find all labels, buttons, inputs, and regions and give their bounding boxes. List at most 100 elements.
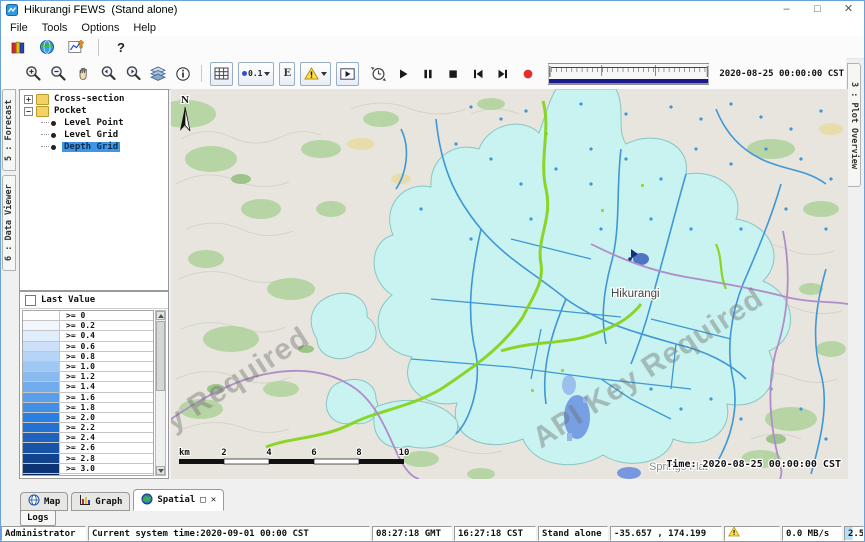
legend-color-swatch (23, 474, 60, 476)
legend-row-label: >= 3.0 (60, 464, 95, 473)
skip-to-start-button[interactable] (468, 64, 488, 84)
tab-graph[interactable]: Graph (71, 492, 130, 511)
legend-row[interactable]: >= 2.4 (23, 433, 153, 443)
legend-color-swatch (23, 393, 60, 402)
tab-label: Spatial (157, 495, 195, 505)
toolbar-separator (201, 65, 202, 82)
spatial-display-button[interactable] (37, 37, 57, 57)
time-step-button[interactable] (368, 64, 388, 84)
legend-row[interactable]: >= 0.6 (23, 342, 153, 352)
legend-row[interactable]: >= 1.6 (23, 393, 153, 403)
tree-item[interactable]: Depth Grid (20, 141, 168, 153)
legend-row-label: >= 1.6 (60, 393, 95, 402)
legend-row-label: >= 1.4 (60, 382, 95, 391)
legend-toggle-button[interactable]: E (279, 62, 295, 86)
next-zoom-button[interactable] (123, 64, 143, 84)
menu-bar: FileToolsOptionsHelp (1, 19, 864, 37)
help-button[interactable]: ? (111, 37, 131, 57)
scale-unit-label: km (179, 448, 190, 458)
minimize-button[interactable]: – (771, 1, 802, 19)
legend-row[interactable]: >= 0.2 (23, 321, 153, 331)
tree-item[interactable]: Level Point (20, 117, 168, 129)
legend-row[interactable]: >= 1.0 (23, 362, 153, 372)
expand-icon[interactable]: + (24, 95, 33, 104)
scroll-up-icon[interactable] (156, 311, 165, 320)
legend-row-label: >= 2.4 (60, 433, 95, 442)
legend-color-swatch (23, 464, 60, 473)
precision-label: 0.1 (248, 69, 262, 78)
scrollbar-thumb[interactable] (156, 321, 165, 391)
map-time-label: Time: 2020-08-25 00:00:00 CST (666, 458, 841, 470)
chevron-down-icon (264, 72, 270, 76)
legend-row[interactable]: >= 3.0 (23, 464, 153, 474)
legend-color-swatch (23, 321, 60, 330)
tree-item[interactable]: Level Grid (20, 129, 168, 141)
legend-row[interactable]: >= 2.0 (23, 413, 153, 423)
legend-row[interactable]: >= 2.6 (23, 443, 153, 453)
tab-forecast[interactable]: 5 : Forecast (2, 89, 16, 171)
zoom-in-button[interactable] (23, 64, 43, 84)
thresholds-button[interactable] (300, 62, 331, 86)
layers-icon (150, 66, 166, 82)
layers-button[interactable] (148, 64, 168, 84)
stop-button[interactable] (443, 64, 463, 84)
grid-display-button[interactable] (210, 62, 233, 86)
hand-icon (75, 66, 91, 82)
status-cell: 16:27:18 CST (454, 526, 536, 541)
timeseries-button[interactable] (66, 37, 86, 57)
record-button[interactable] (518, 64, 538, 84)
play-button[interactable] (393, 64, 413, 84)
legend-row[interactable]: >= 1.4 (23, 382, 153, 392)
skip-end-icon (496, 67, 510, 81)
tab-spatial[interactable]: Spatial □ ✕ (133, 489, 224, 511)
tab-data-viewer[interactable]: 6 : Data Viewer (2, 175, 16, 271)
window-title: Hikurangi FEWS (Stand alone) (24, 4, 177, 16)
legend-row[interactable]: >= 1.8 (23, 403, 153, 413)
record-icon (521, 67, 535, 81)
animation-button[interactable] (336, 62, 359, 86)
chart-icon (79, 494, 91, 509)
scroll-down-icon[interactable] (156, 466, 165, 475)
menu-item-tools[interactable]: Tools (35, 21, 75, 35)
tree-connector (41, 122, 49, 124)
legend-row[interactable]: >= 2.2 (23, 423, 153, 433)
chevron-down-icon (321, 72, 327, 76)
maximize-button[interactable]: □ (802, 1, 833, 19)
legend-row[interactable]: >= 0 (23, 311, 153, 321)
legend-row-label: >= 0 (60, 311, 85, 320)
legend-row[interactable]: >= 0.4 (23, 331, 153, 341)
previous-zoom-button[interactable] (98, 64, 118, 84)
legend-row[interactable]: >= 0.8 (23, 352, 153, 362)
timeline-slider[interactable] (548, 63, 709, 85)
skip-to-end-button[interactable] (493, 64, 513, 84)
legend-row[interactable]: >= 1.2 (23, 372, 153, 382)
tab-map[interactable]: Map (20, 492, 68, 511)
logs-button[interactable]: Logs (20, 510, 56, 526)
close-button[interactable]: ✕ (833, 1, 864, 19)
menu-item-help[interactable]: Help (126, 21, 163, 35)
tab-close-button[interactable]: ✕ (211, 495, 216, 505)
legend-row[interactable]: >= 3.2 (23, 474, 153, 476)
tab-plot-overview[interactable]: 3 : Plot Overview (847, 63, 861, 187)
svg-text:6: 6 (311, 448, 316, 458)
svg-text:N: N (181, 94, 189, 106)
pan-button[interactable] (73, 64, 93, 84)
map-view[interactable]: Hikurangi Springs Flat API Key Required … (171, 89, 848, 479)
zoom-out-button[interactable] (48, 64, 68, 84)
menu-item-file[interactable]: File (3, 21, 35, 35)
explorer-button[interactable] (8, 37, 28, 57)
bottom-bar: MapGraph Spatial □ ✕ Logs (1, 479, 864, 528)
collapse-icon[interactable]: − (24, 107, 33, 116)
info-button[interactable] (173, 64, 193, 84)
last-value-checkbox[interactable] (25, 295, 36, 306)
tree-item[interactable]: −Pocket (20, 105, 168, 117)
map-canvas: Hikurangi Springs Flat API Key Required … (171, 89, 848, 479)
tab-maximize-button[interactable]: □ (200, 495, 205, 505)
decimal-precision-button[interactable]: 0.1 (238, 62, 274, 86)
menu-item-options[interactable]: Options (74, 21, 126, 35)
legend-scrollbar[interactable] (155, 310, 166, 476)
legend-row-label: >= 0.2 (60, 321, 95, 330)
legend-row[interactable]: >= 2.8 (23, 454, 153, 464)
pause-button[interactable] (418, 64, 438, 84)
tree-item[interactable]: +Cross-section (20, 93, 168, 105)
